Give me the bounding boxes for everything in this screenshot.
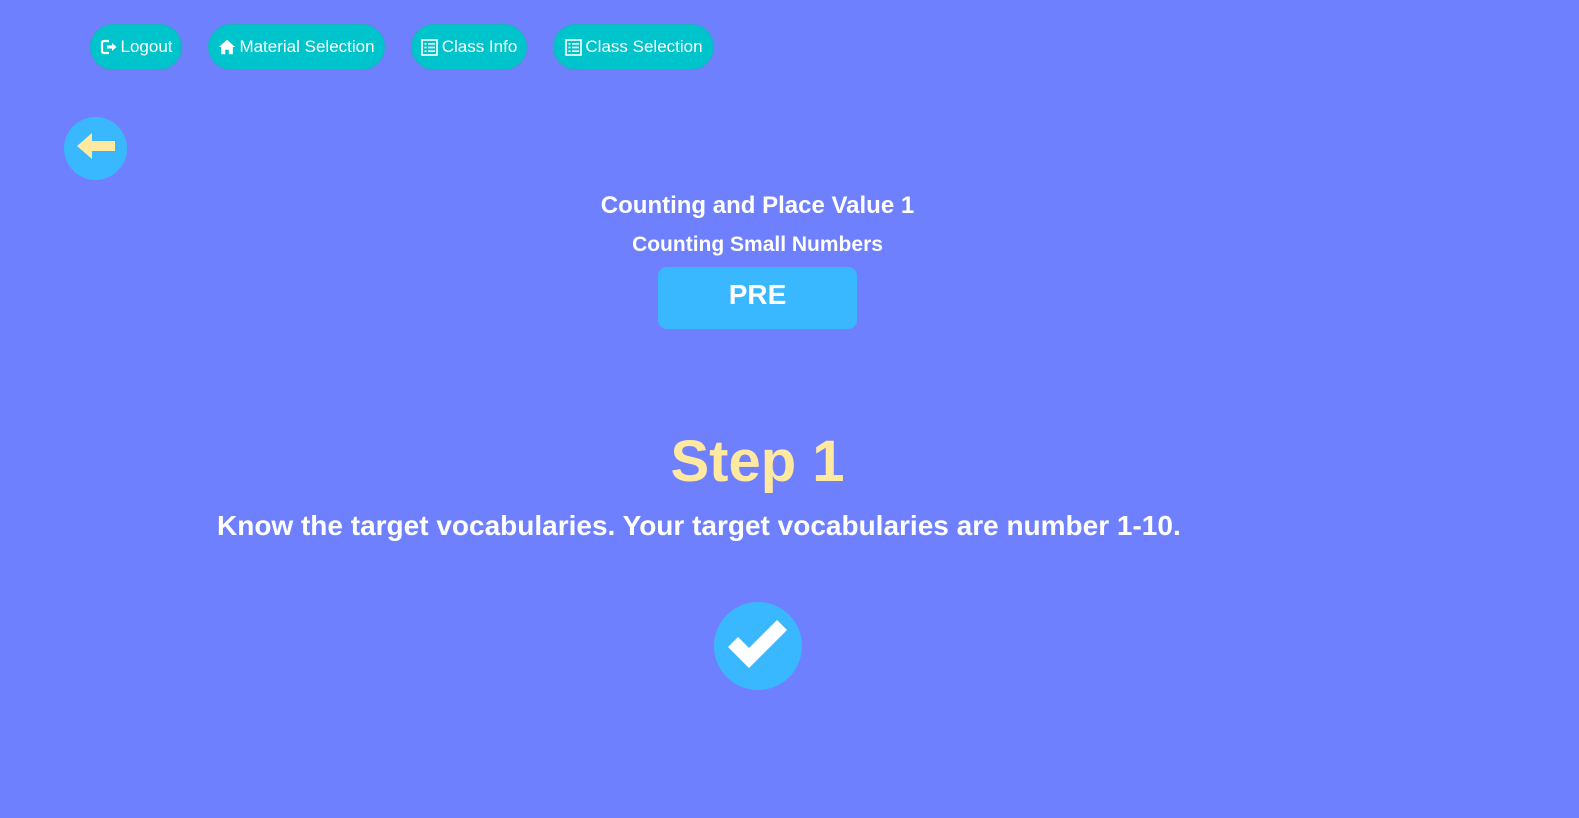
back-button[interactable] <box>64 117 127 180</box>
class-info-label: Class Info <box>441 37 518 56</box>
logout-label: Logout <box>120 37 173 56</box>
class-selection-label: Class Selection <box>585 37 703 56</box>
logout-button[interactable]: Logout <box>90 24 182 70</box>
confirm-button[interactable] <box>714 602 802 690</box>
material-selection-label: Material Selection <box>239 37 375 56</box>
phase-badge: PRE <box>658 267 857 329</box>
step-description: Know the target vocabularies. Your targe… <box>217 510 1181 541</box>
arrow-left-icon <box>75 130 117 167</box>
list-icon <box>421 38 439 56</box>
checkmark-icon <box>725 617 791 676</box>
home-icon <box>218 38 236 56</box>
logout-icon <box>100 38 118 56</box>
material-subtitle: Counting Small Numbers <box>632 233 883 256</box>
class-info-button[interactable]: Class Info <box>411 24 527 70</box>
material-selection-button[interactable]: Material Selection <box>208 24 385 70</box>
step-heading: Step 1 <box>670 429 845 494</box>
list-icon <box>564 38 582 56</box>
class-selection-button[interactable]: Class Selection <box>553 24 714 70</box>
material-title: Counting and Place Value 1 <box>600 192 915 219</box>
